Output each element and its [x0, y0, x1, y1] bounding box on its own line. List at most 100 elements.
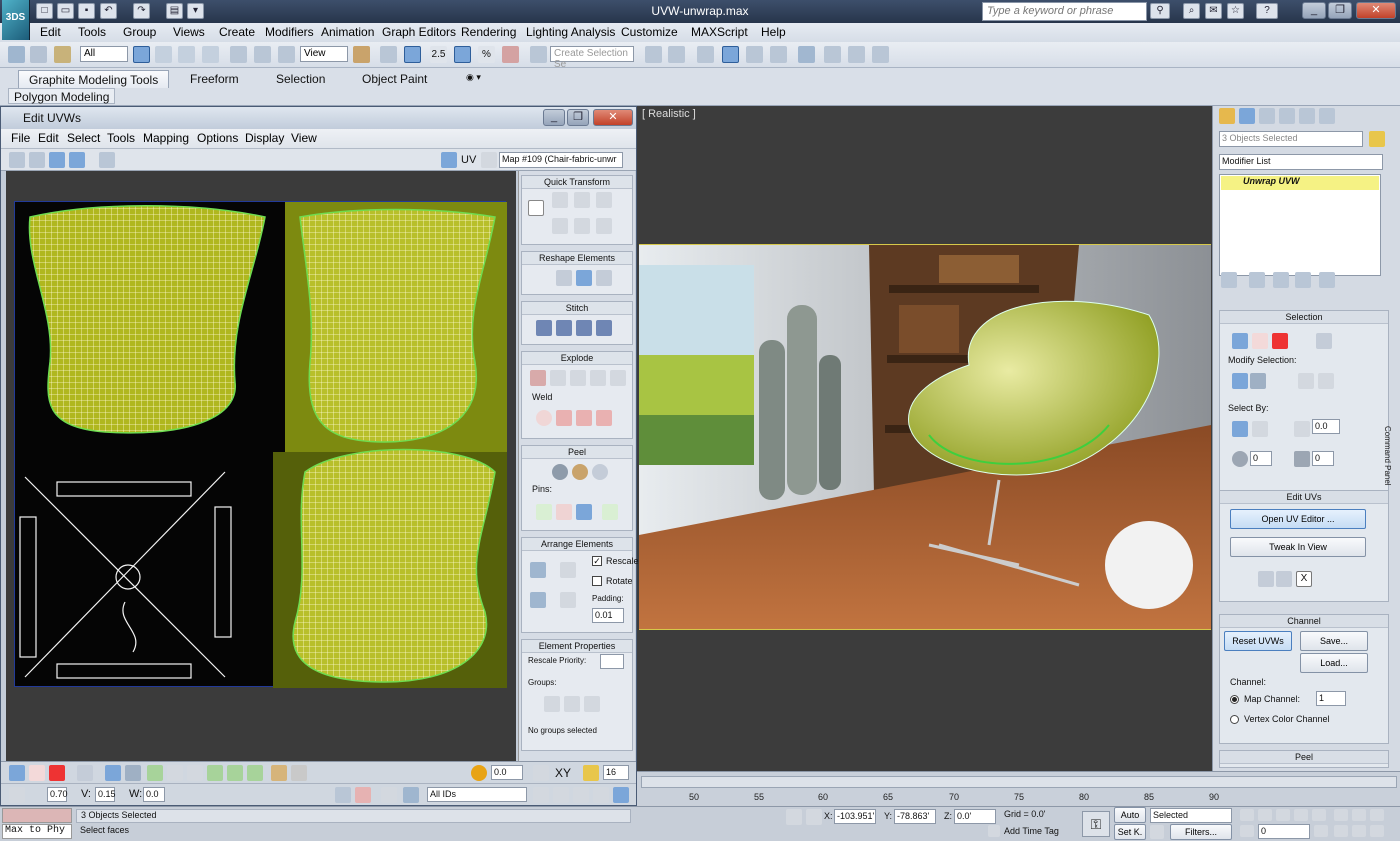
- zoom-viewport-icon[interactable]: [1334, 809, 1348, 821]
- uv-ring-icon[interactable]: [147, 765, 163, 781]
- app-logo-button[interactable]: 3DS: [2, 0, 30, 40]
- pin-stack-icon[interactable]: [1221, 272, 1237, 288]
- select-group-icon[interactable]: [584, 696, 600, 712]
- quick-planar-map-icon[interactable]: [1258, 571, 1274, 587]
- uv-edit-viewport[interactable]: [6, 171, 516, 761]
- reshape-elements-title[interactable]: Reshape Elements: [522, 252, 632, 265]
- pack-together-icon[interactable]: [530, 592, 546, 608]
- y-coord-field[interactable]: -78.863': [894, 809, 936, 824]
- menu-lighting-analysis[interactable]: Lighting Analysis: [526, 25, 615, 39]
- v-coordinate-field[interactable]: 0.15: [95, 787, 116, 802]
- make-unique-icon[interactable]: [1273, 272, 1289, 288]
- vertex-mode-icon[interactable]: [1232, 333, 1248, 349]
- menu-rendering[interactable]: Rendering: [461, 25, 516, 39]
- stitch-settings-icon[interactable]: [596, 320, 612, 336]
- select-by-material-id-icon[interactable]: [1232, 451, 1248, 467]
- uv-close-icon[interactable]: ✕: [593, 109, 633, 126]
- select-by-element-icon[interactable]: [1232, 421, 1248, 437]
- uv-menu-edit[interactable]: Edit: [38, 131, 59, 145]
- stitch-title[interactable]: Stitch: [522, 302, 632, 315]
- select-by-smoothing-group-icon[interactable]: [1294, 451, 1310, 467]
- play-icon[interactable]: [1276, 809, 1290, 821]
- flatten-by-material-icon[interactable]: [610, 370, 626, 386]
- uv-menu-display[interactable]: Display: [245, 131, 284, 145]
- soft-selection-field[interactable]: 0.0: [491, 765, 523, 780]
- weld-threshold-icon[interactable]: [576, 410, 592, 426]
- group-selected-icon[interactable]: [544, 696, 560, 712]
- viewport-label[interactable]: [ Realistic ]: [642, 108, 696, 120]
- peel-rollout-title[interactable]: Peel: [1220, 751, 1388, 764]
- link-icon[interactable]: [8, 46, 25, 63]
- menu-tools[interactable]: Tools: [78, 25, 106, 39]
- uv-shrink-icon[interactable]: [125, 765, 141, 781]
- selection-rollout-title[interactable]: Selection: [1220, 311, 1388, 324]
- quick-transform-title[interactable]: Quick Transform: [522, 176, 632, 189]
- xy-coord-label[interactable]: XY: [555, 766, 571, 780]
- weld-target-icon[interactable]: [536, 410, 552, 426]
- uv-paint-select-icon[interactable]: [271, 765, 287, 781]
- snaps-toggle-icon[interactable]: 2.5: [430, 46, 447, 63]
- menu-graph-editors[interactable]: Graph Editors: [382, 25, 456, 39]
- rescale-checkbox[interactable]: ✓: [592, 556, 602, 566]
- window-crossing-icon[interactable]: [202, 46, 219, 63]
- key-filter-dropdown[interactable]: Selected: [1150, 808, 1232, 823]
- smoothing-group-field[interactable]: 0: [1312, 451, 1334, 466]
- rectangular-selection-icon[interactable]: [178, 46, 195, 63]
- rendered-frame-window-icon[interactable]: [848, 46, 865, 63]
- time-configuration-icon[interactable]: [1314, 825, 1328, 837]
- flatten-by-smoothing-icon[interactable]: [590, 370, 606, 386]
- uv-menu-file[interactable]: File: [11, 131, 30, 145]
- straighten-selection-icon[interactable]: [556, 270, 572, 286]
- load-uvw-button[interactable]: Load...: [1300, 653, 1368, 673]
- subscription-icon[interactable]: ⌕: [1183, 3, 1200, 19]
- falloff-icon[interactable]: [533, 765, 549, 781]
- rotate-minus-90-icon[interactable]: [596, 218, 612, 234]
- pivot-center-icon[interactable]: [353, 46, 370, 63]
- reset-peel-icon[interactable]: [592, 464, 608, 480]
- edit-uvs-rollout-title[interactable]: Edit UVs: [1220, 491, 1388, 504]
- u-coordinate-field[interactable]: 0.70: [47, 787, 68, 802]
- move-icon[interactable]: [230, 46, 247, 63]
- z-coord-field[interactable]: 0.0': [954, 809, 996, 824]
- uv-grow-icon[interactable]: [105, 765, 121, 781]
- uv-rotate-icon[interactable]: [29, 152, 45, 168]
- grid-snap-icon[interactable]: [583, 765, 599, 781]
- bind-space-warp-icon[interactable]: [54, 46, 71, 63]
- align-horizontal-icon[interactable]: [552, 192, 568, 208]
- tweak-in-view-button[interactable]: Tweak In View: [1230, 537, 1366, 557]
- next-frame-icon[interactable]: [1294, 809, 1308, 821]
- edit-uvws-titlebar[interactable]: Edit UVWs _ ❐ ✕: [1, 107, 636, 129]
- configure-modifier-sets-icon[interactable]: [1319, 272, 1335, 288]
- remove-modifier-icon[interactable]: [1295, 272, 1311, 288]
- filter-selected-faces-icon[interactable]: [403, 787, 419, 803]
- modify-tab-icon[interactable]: [1239, 108, 1255, 124]
- ungroup-selected-icon[interactable]: [564, 696, 580, 712]
- peel-title[interactable]: Peel: [522, 446, 632, 459]
- map-channel-radio[interactable]: [1230, 695, 1239, 704]
- pack-normalize-icon[interactable]: [560, 562, 576, 578]
- scale-icon[interactable]: [278, 46, 295, 63]
- render-setup-icon[interactable]: [824, 46, 841, 63]
- element-mode-icon[interactable]: [1316, 333, 1332, 349]
- set-key-icon[interactable]: ⚿: [1082, 811, 1110, 837]
- stack-item-unwrap-uvw[interactable]: Unwrap UVW: [1221, 176, 1379, 190]
- track-bar[interactable]: [641, 776, 1397, 788]
- close-icon[interactable]: ✕: [1356, 2, 1396, 19]
- zoom-extents-selected-icon[interactable]: [613, 787, 629, 803]
- pack-custom-icon[interactable]: [530, 562, 546, 578]
- select-pinned-icon[interactable]: [602, 504, 618, 520]
- schematic-view-icon[interactable]: [770, 46, 787, 63]
- save-file-icon[interactable]: ▪: [78, 3, 95, 19]
- utilities-tab-icon[interactable]: [1319, 108, 1335, 124]
- absolute-mode-icon[interactable]: [9, 787, 25, 803]
- uv-menu-mapping[interactable]: Mapping: [143, 131, 189, 145]
- object-color-swatch[interactable]: [1369, 131, 1385, 147]
- show-end-result-icon[interactable]: [1249, 272, 1265, 288]
- zoom-extents-all-icon[interactable]: [1370, 809, 1384, 821]
- pack-settings-icon[interactable]: [560, 592, 576, 608]
- keyboard-shortcut-override-icon[interactable]: [404, 46, 421, 63]
- rotate-icon[interactable]: [254, 46, 271, 63]
- add-time-tag[interactable]: Add Time Tag: [1004, 826, 1076, 840]
- mirror-icon[interactable]: [645, 46, 662, 63]
- go-to-start-icon[interactable]: [1240, 809, 1254, 821]
